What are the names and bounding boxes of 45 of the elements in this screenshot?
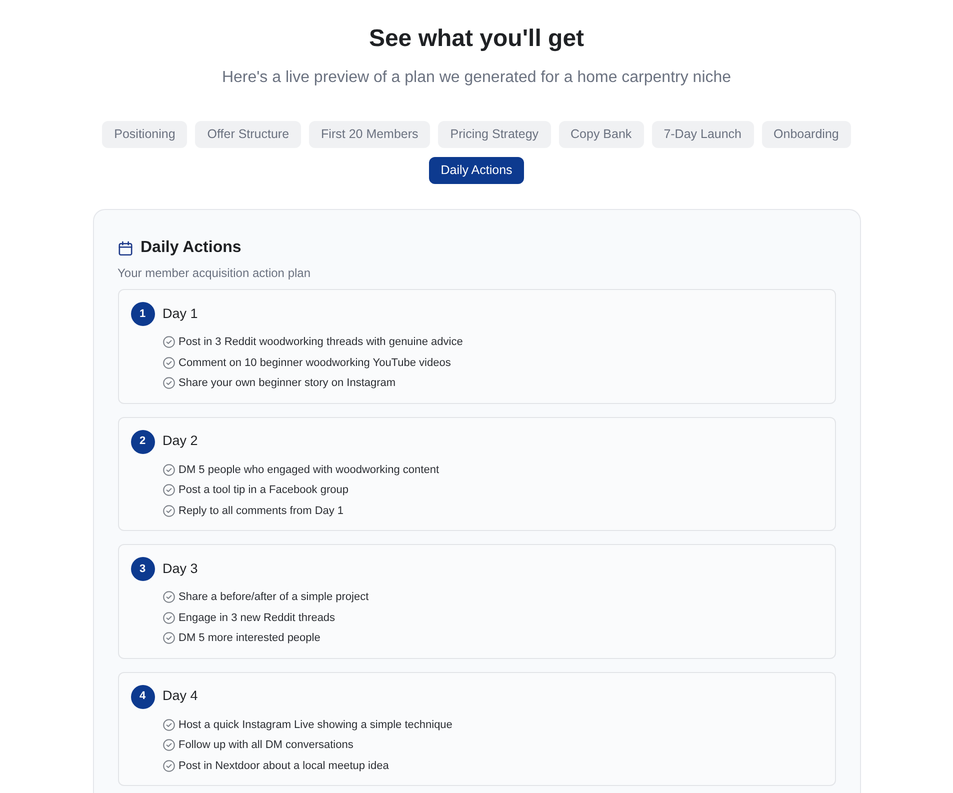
panel-subtitle: Your member acquisition action plan: [118, 265, 312, 281]
check-circle-icon: [162, 760, 174, 772]
action-item: Engage in 3 new Reddit threads: [178, 610, 336, 626]
tab[interactable]: Onboarding: [762, 121, 851, 148]
action-item: Host a quick Instagram Live showing a simple technique: [178, 718, 452, 732]
calendar-icon: [118, 240, 132, 256]
check-circle-icon: [162, 612, 174, 624]
action-item: Share your own beginner story on Instagram: [178, 376, 396, 391]
action-item: Share a before/after of a simple project: [178, 590, 369, 605]
action-item: DM 5 people who engaged with woodworking content: [178, 462, 439, 478]
check-circle-icon: [162, 591, 174, 604]
day-number-badge: 1: [130, 302, 154, 326]
day-number-badge: 3: [130, 557, 154, 581]
action-item: Post in 3 Reddit woodworking threads with genuine advice: [178, 335, 463, 350]
action-item: Post a tool tip in a Facebook group: [178, 483, 348, 498]
page-title: See what you'll get: [368, 24, 584, 54]
action-item: DM 5 more interested people: [178, 631, 320, 646]
action-item: Comment on 10 beginner woodworking YouTube videos: [178, 356, 451, 370]
day-title: Day 1: [162, 304, 198, 323]
check-circle-icon: [162, 504, 174, 517]
tab[interactable]: 7-Day Launch: [652, 121, 754, 148]
day-title: Day 4: [162, 687, 198, 706]
day-number-badge: 4: [130, 684, 154, 708]
day-number-badge: 2: [130, 430, 154, 454]
tab[interactable]: Copy Bank: [558, 121, 644, 148]
check-circle-icon: [162, 632, 174, 644]
tab[interactable]: Daily Actions: [428, 157, 524, 184]
tab[interactable]: Pricing Strategy: [438, 121, 551, 148]
tab[interactable]: Positioning: [102, 121, 188, 148]
tab[interactable]: Offer Structure: [195, 121, 302, 148]
action-item: Post in Nextdoor about a local meetup idea: [178, 758, 389, 774]
check-circle-icon: [162, 356, 174, 369]
tab[interactable]: First 20 Members: [309, 121, 430, 148]
check-circle-icon: [162, 739, 174, 752]
check-circle-icon: [162, 377, 174, 390]
day-title: Day 3: [162, 560, 198, 578]
page-subtitle: Here's a live preview of a plan we generated for a home carpentry niche: [222, 68, 732, 88]
day-title: Day 2: [162, 432, 198, 450]
check-circle-icon: [162, 336, 174, 348]
check-circle-icon: [162, 464, 174, 476]
action-item: Reply to all comments from Day 1: [178, 504, 344, 518]
check-circle-icon: [162, 484, 174, 496]
check-circle-icon: [162, 718, 174, 731]
action-item: Follow up with all DM conversations: [178, 738, 354, 753]
panel-title: Daily Actions: [140, 238, 242, 258]
